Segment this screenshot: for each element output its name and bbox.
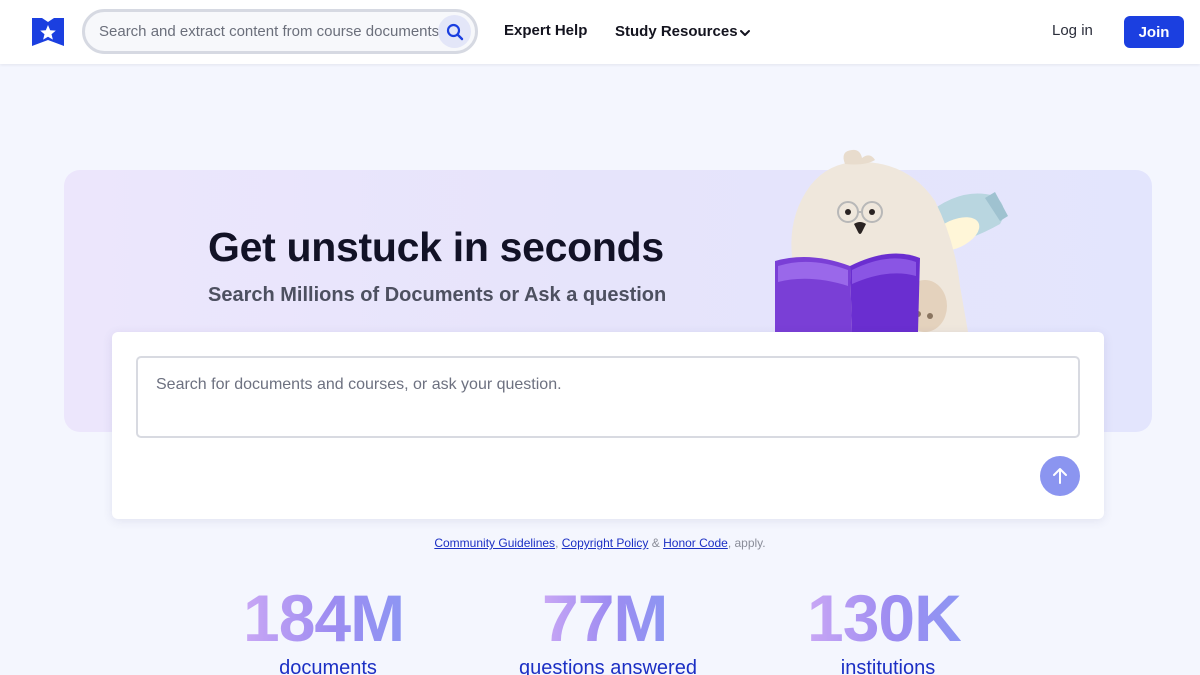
question-input[interactable] xyxy=(156,376,1056,416)
nav-study-resources[interactable]: Study Resources xyxy=(615,23,738,40)
submit-question-button[interactable] xyxy=(1040,456,1080,496)
honor-code-link[interactable]: Honor Code xyxy=(663,536,728,550)
hero-subtitle: Search Millions of Documents or Ask a qu… xyxy=(208,284,667,306)
join-button[interactable]: Join xyxy=(1124,16,1184,48)
community-guidelines-link[interactable]: Community Guidelines xyxy=(434,536,555,550)
stat-institutions-value: 130K xyxy=(807,581,962,655)
policy-suffix: , apply. xyxy=(727,536,766,550)
mascot-reading-illustration xyxy=(775,149,1008,332)
top-search-box xyxy=(82,9,478,54)
nav-expert-help[interactable]: Expert Help xyxy=(504,22,587,39)
stat-documents-value: 184M xyxy=(243,581,405,655)
stat-questions-label: questions answered xyxy=(519,657,697,675)
top-nav-bar: Expert Help Study Resources Log in Join xyxy=(0,0,1200,64)
top-search-button[interactable] xyxy=(438,15,471,48)
shield-star-logo-icon[interactable] xyxy=(32,16,64,48)
top-search-input[interactable] xyxy=(99,12,441,51)
arrow-up-icon xyxy=(1053,468,1067,484)
policy-notice: Community Guidelines, Copyright Policy &… xyxy=(0,536,1200,550)
chevron-down-icon[interactable] xyxy=(739,27,751,39)
policy-separator: & xyxy=(648,536,664,550)
copyright-policy-link[interactable]: Copyright Policy xyxy=(562,536,649,550)
question-input-box xyxy=(136,356,1080,438)
question-card xyxy=(112,332,1104,519)
login-link[interactable]: Log in xyxy=(1052,22,1093,39)
stat-documents-label: documents xyxy=(279,657,377,675)
search-icon xyxy=(446,23,463,40)
hero-title: Get unstuck in seconds xyxy=(208,224,664,270)
policy-separator: , xyxy=(555,536,562,550)
stat-institutions-label: institutions xyxy=(840,657,936,675)
stat-questions-value: 77M xyxy=(542,581,668,655)
